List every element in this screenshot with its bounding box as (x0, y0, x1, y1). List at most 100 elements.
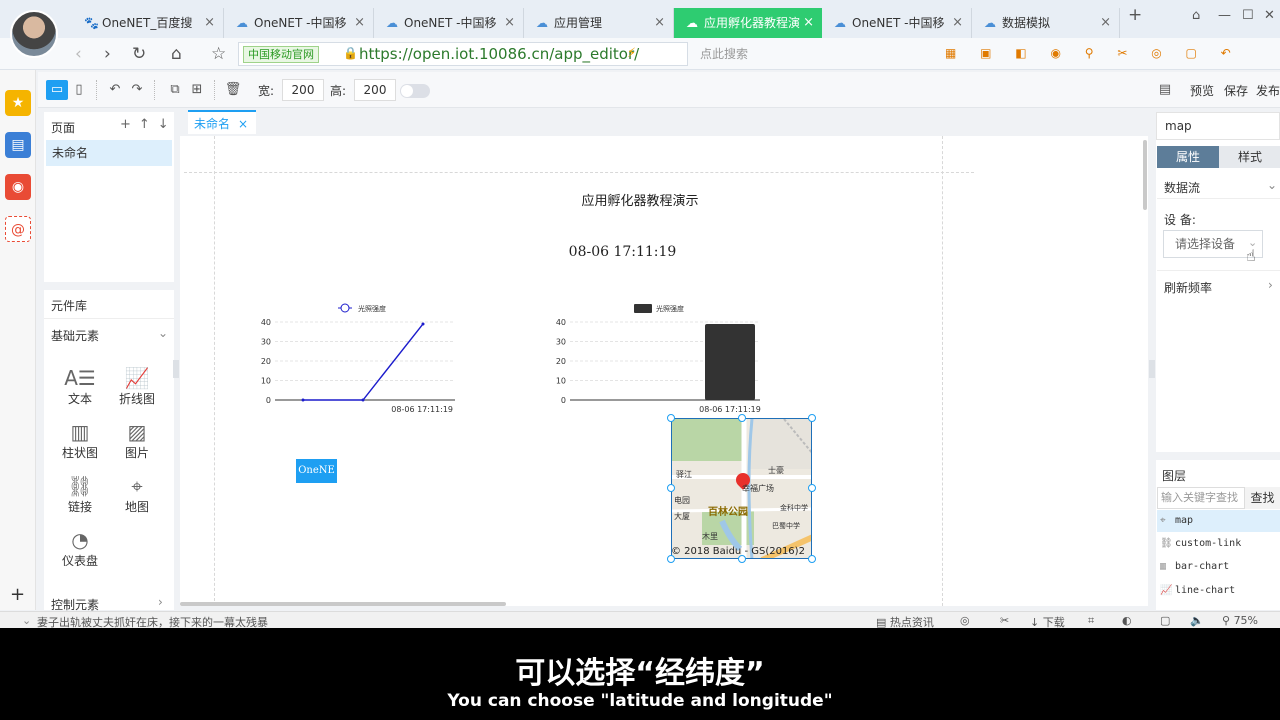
back-icon[interactable]: ‹ (75, 44, 82, 64)
component-line-chart[interactable]: 📈 折线图 (117, 364, 157, 406)
close-icon[interactable]: × (204, 8, 215, 38)
component-gauge[interactable]: ◔ 仪表盘 (60, 526, 100, 568)
preview-button[interactable]: 预览 (1190, 82, 1214, 99)
chevron-down-icon[interactable]: ⌄ (1267, 178, 1277, 192)
resize-handle[interactable] (808, 414, 816, 422)
news-icon[interactable]: ▤ (5, 132, 31, 158)
layer-search-input[interactable]: 输入关键字查找 (1157, 487, 1245, 509)
tools-icon[interactable]: ⌗ (1088, 614, 1094, 628)
speed-icon[interactable]: ◎ (960, 614, 970, 627)
browser-tab[interactable]: 🐾 OneNET_百度搜 × (72, 8, 224, 38)
group-icon[interactable]: ⧉ (164, 80, 186, 100)
section-basic[interactable]: 基础元素 (51, 327, 99, 344)
mobile-view-icon[interactable]: ▯ (68, 80, 90, 100)
collapse-left-handle[interactable] (173, 360, 179, 378)
horizontal-scrollbar[interactable] (180, 602, 506, 606)
document-icon[interactable]: ▤ (1154, 80, 1176, 100)
browser-tab[interactable]: ☁ OneNET -中国移 × (822, 8, 972, 38)
search-input[interactable]: 点此搜索 (690, 42, 930, 66)
doc-tab[interactable]: 未命名 × (188, 110, 256, 134)
layer-item[interactable]: ⛓ custom-link (1157, 533, 1280, 555)
tab-style[interactable]: 样式 (1219, 146, 1280, 168)
scissors-icon[interactable]: ✂ (1000, 614, 1009, 627)
page-item[interactable]: 未命名 (46, 140, 172, 166)
browser-tab[interactable]: ☁ 数据模拟 × (972, 8, 1120, 38)
browser-icon[interactable]: ◐ (1122, 614, 1132, 627)
canvas-time-text[interactable]: 08-06 17:11:19 (540, 244, 705, 260)
close-icon[interactable]: × (803, 8, 814, 38)
collapse-right-handle[interactable] (1149, 360, 1155, 378)
refresh-icon[interactable]: ↻ (132, 44, 146, 64)
lightning-icon[interactable]: ⚡ (627, 46, 636, 61)
map-widget[interactable]: 百林公园 幸福广场 士豪 电园 大厦 木里 巴蜀中学 金科中学 驿江 (671, 418, 812, 559)
refresh-rate-label[interactable]: 刷新频率 (1164, 279, 1212, 296)
avatar[interactable] (10, 10, 58, 58)
chevron-right-icon[interactable]: › (1268, 278, 1273, 292)
browser-tab-active[interactable]: ☁ 应用孵化器教程演 × (674, 8, 822, 38)
download-button[interactable]: ↓ 下载 (1030, 614, 1065, 628)
bar-chart[interactable]: 0 10 20 30 40 光照强度 08-06 17:11:19 (538, 298, 763, 418)
component-text[interactable]: A☰ 文本 (60, 364, 100, 406)
favorites-star-icon[interactable]: ★ (5, 90, 31, 116)
zoom-control[interactable]: ⚲ 75% (1222, 614, 1258, 627)
hot-news[interactable]: ▤ 热点资讯 (876, 614, 934, 628)
resize-handle[interactable] (667, 555, 675, 563)
resize-handle[interactable] (808, 555, 816, 563)
skin-icon[interactable]: ⌂ (1192, 8, 1200, 23)
vertical-scrollbar[interactable] (1143, 140, 1147, 210)
browser-tab[interactable]: ☁ OneNET -中国移 × (224, 8, 374, 38)
resize-handle[interactable] (738, 414, 746, 422)
component-link[interactable]: ⛓ 链接 (60, 472, 100, 514)
publish-button[interactable]: 发布 (1256, 82, 1280, 99)
component-map[interactable]: ⌖ 地图 (117, 472, 157, 514)
url-box[interactable]: 中国移动官网 🔒 https://open.iot.10086.cn/app_e… (238, 42, 688, 66)
close-icon[interactable]: × (1100, 8, 1111, 38)
height-input[interactable]: 200 (354, 79, 396, 101)
mail-icon[interactable]: @ (5, 216, 31, 242)
browser-tab[interactable]: ☁ OneNET -中国移 × (374, 8, 524, 38)
news-ticker[interactable]: 妻子出轨被丈夫抓奸在床，接下来的一幕太残暴 (37, 614, 268, 628)
site-badge[interactable]: 中国移动官网 (243, 46, 319, 63)
undo-icon[interactable]: ↶ (104, 80, 126, 100)
maximize-icon[interactable]: ☐ (1242, 8, 1254, 23)
minimize-icon[interactable]: — (1218, 8, 1231, 23)
resize-handle[interactable] (738, 555, 746, 563)
close-icon[interactable]: × (238, 117, 248, 131)
forward-icon[interactable]: › (104, 44, 111, 64)
custom-link-button[interactable]: OneNE (296, 459, 337, 483)
weibo-icon[interactable]: ◉ (5, 174, 31, 200)
desktop-view-icon[interactable]: ▭ (46, 80, 68, 100)
layer-item[interactable]: ▥ bar-chart (1157, 556, 1280, 578)
close-icon[interactable]: × (654, 8, 665, 38)
volume-icon[interactable]: 🔈 (1190, 614, 1204, 627)
canvas-title-text[interactable]: 应用孵化器教程演示 (560, 190, 720, 209)
save-button[interactable]: 保存 (1224, 82, 1248, 99)
layer-item[interactable]: ⌖ map (1157, 510, 1280, 532)
url-text[interactable]: https://open.iot.10086.cn/app_editor/ (359, 45, 639, 63)
datastream-label[interactable]: 数据流 (1164, 179, 1200, 196)
resize-handle[interactable] (808, 484, 816, 492)
resize-handle[interactable] (667, 484, 675, 492)
chevron-down-icon[interactable]: ⌄ (158, 326, 168, 340)
close-icon[interactable]: × (952, 8, 963, 38)
page-actions[interactable]: +↑↓ (120, 117, 177, 132)
component-bar-chart[interactable]: ▥ 柱状图 (60, 418, 100, 460)
window-close-icon[interactable]: ✕ (1264, 8, 1275, 23)
close-icon[interactable]: × (354, 8, 365, 38)
line-chart[interactable]: 0 10 20 30 40 光照强度 08-06 17:11:19 (240, 298, 460, 418)
redo-icon[interactable]: ↷ (126, 80, 148, 100)
resize-handle[interactable] (667, 414, 675, 422)
extension-icons[interactable]: ▦ ▣ ◧ ◉ ⚲ ✂ ◎ ▢ ↶ (945, 46, 1241, 60)
delete-icon[interactable]: 🗑 (222, 80, 244, 100)
ungroup-icon[interactable]: ⊞ (186, 80, 208, 100)
tab-properties[interactable]: 属性 (1157, 146, 1219, 168)
window-icon[interactable]: ▢ (1160, 614, 1170, 627)
chevron-down-icon[interactable]: ⌄ (22, 614, 31, 627)
browser-tab[interactable]: ☁ 应用管理 × (524, 8, 674, 38)
home-icon[interactable]: ⌂ (171, 44, 182, 64)
chevron-right-icon[interactable]: › (158, 595, 163, 609)
component-image[interactable]: ▨ 图片 (117, 418, 157, 460)
add-icon[interactable]: + (10, 584, 25, 605)
component-name-field[interactable]: map (1156, 112, 1280, 140)
width-input[interactable]: 200 (282, 79, 324, 101)
